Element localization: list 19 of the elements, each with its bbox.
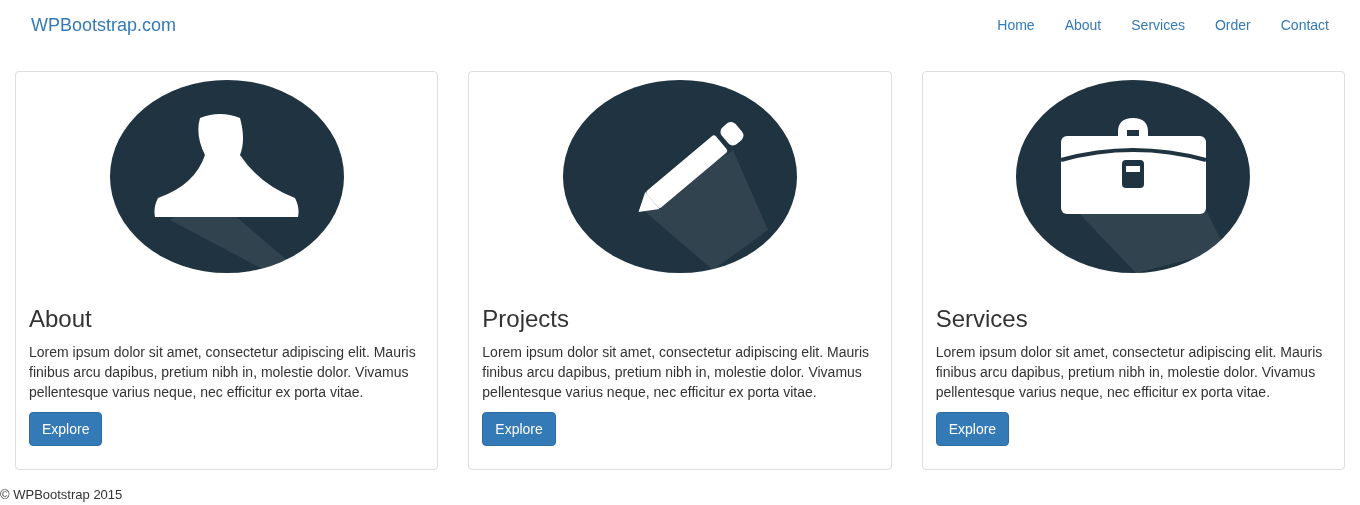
nav-link[interactable]: Order — [1199, 2, 1266, 48]
card-text: Lorem ipsum dolor sit amet, consectetur adipiscing elit. Mauris finibus arcu dapibus, pretium nibh in, molestie dolor. Vivamus pellentesque varius neque, nec efficitur ex porta vitae. — [482, 343, 871, 403]
copyright-text: © WPBootstrap 2015 — [0, 488, 124, 503]
explore-button[interactable]: Explore — [482, 412, 556, 447]
explore-button[interactable]: Explore — [935, 412, 1010, 447]
nav-link[interactable]: Home — [982, 2, 1050, 48]
briefcase-icon — [1016, 80, 1251, 273]
card-title: Projects — [482, 306, 571, 333]
card-title: Services — [935, 306, 1029, 333]
nav-link[interactable]: Services — [1116, 2, 1200, 48]
user-icon — [109, 80, 344, 273]
pencil-icon — [563, 80, 797, 273]
nav-link[interactable]: About — [1049, 2, 1117, 48]
nav-link[interactable]: Contact — [1265, 2, 1344, 48]
card-text: Lorem ipsum dolor sit amet, consectetur adipiscing elit. Mauris finibus arcu dapibus, pretium nibh in, molestie dolor. Vivamus pellentesque varius neque, nec efficitur ex porta vitae. — [29, 343, 417, 403]
explore-button[interactable]: Explore — [29, 412, 103, 447]
brand-link[interactable]: WPBootstrap.com — [31, 14, 177, 36]
card-text: Lorem ipsum dolor sit amet, consectetur adipiscing elit. Mauris finibus arcu dapibus, pretium nibh in, molestie dolor. Vivamus pellentesque varius neque, nec efficitur ex porta vitae. — [935, 343, 1324, 403]
card-title: About — [29, 306, 93, 333]
